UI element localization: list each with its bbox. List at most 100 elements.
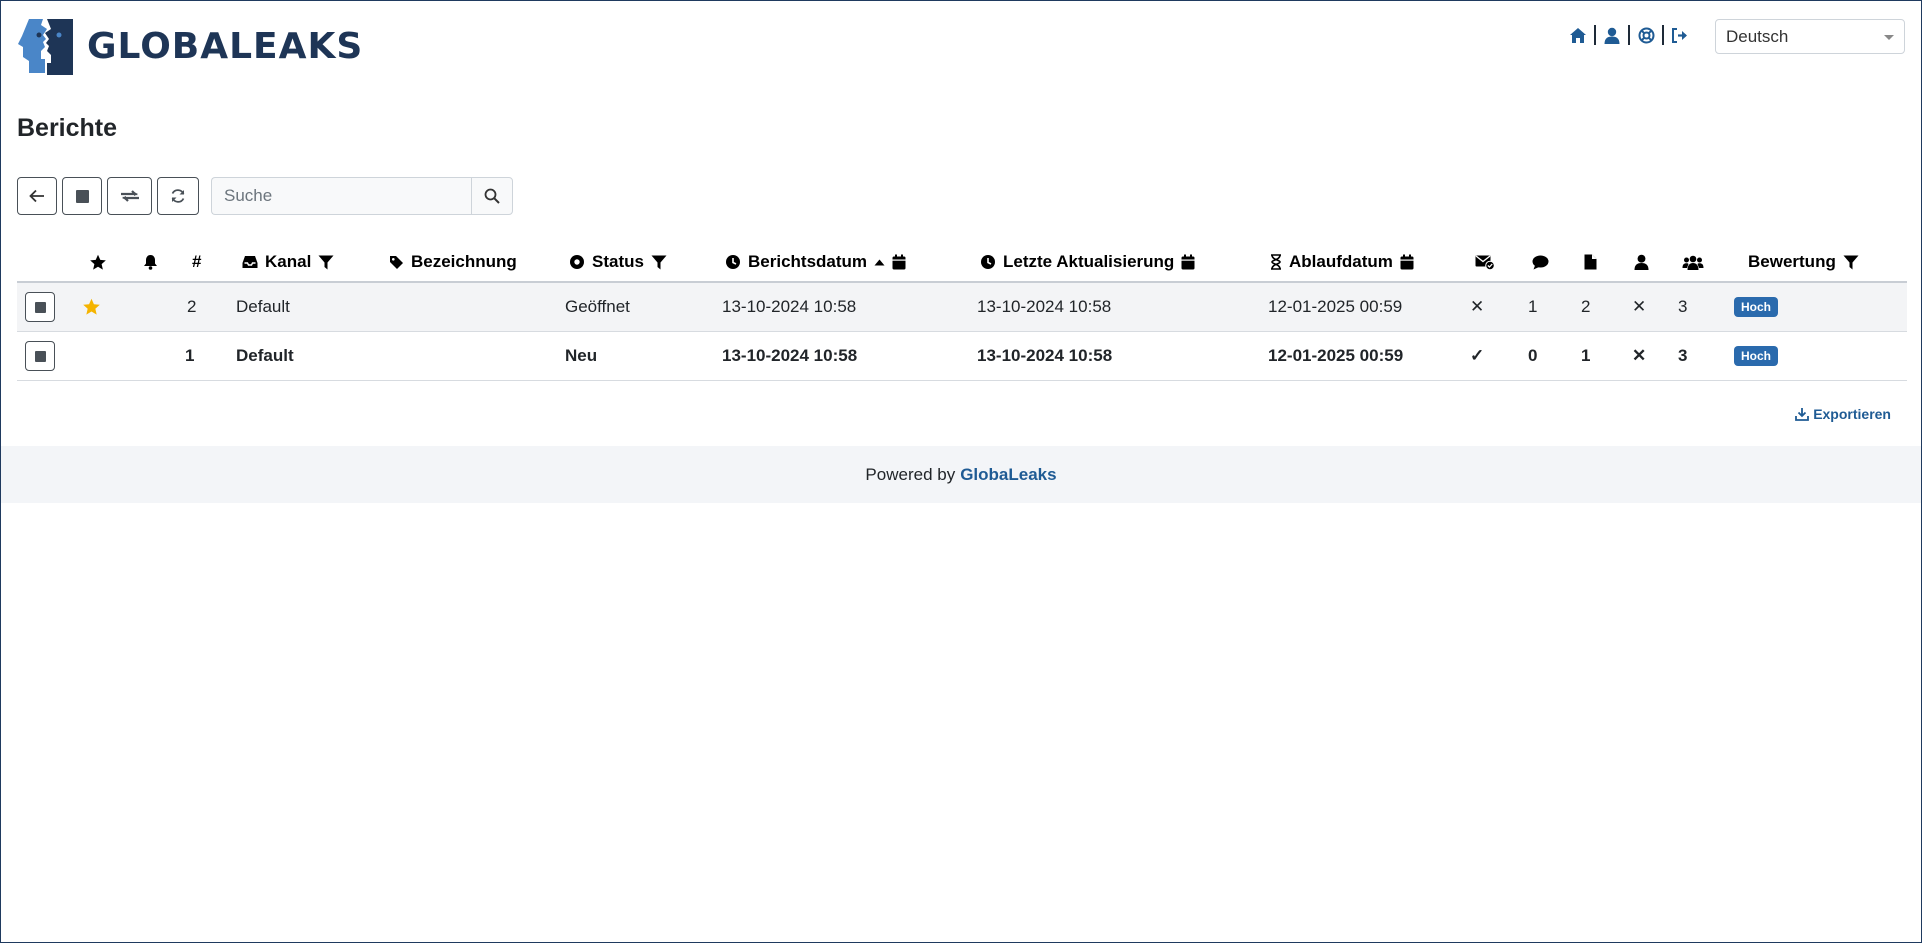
footer-link[interactable]: GlobaLeaks bbox=[960, 465, 1056, 485]
cell-kanal: Default bbox=[236, 297, 290, 316]
calendar-icon[interactable] bbox=[1400, 254, 1414, 270]
refresh-button[interactable] bbox=[157, 177, 199, 215]
comment-icon bbox=[1532, 255, 1549, 269]
col-letzte-label: Letzte Aktualisierung bbox=[1003, 252, 1175, 271]
hourglass-icon bbox=[1270, 254, 1282, 270]
table-header: # Kanal Bezeichnung Status Berichtsdatum… bbox=[17, 243, 1907, 283]
logout-icon[interactable] bbox=[1671, 26, 1689, 44]
row-star[interactable] bbox=[82, 283, 101, 331]
toolbar bbox=[17, 177, 513, 215]
home-icon[interactable] bbox=[1569, 26, 1587, 44]
header: GLOBALEAKS Deutsch bbox=[17, 17, 1905, 75]
bell-icon bbox=[144, 255, 157, 270]
refresh-icon bbox=[171, 189, 185, 203]
col-ablaufdatum-label: Ablaufdatum bbox=[1289, 252, 1393, 271]
status-badge: Hoch bbox=[1734, 346, 1778, 366]
export-button[interactable]: Exportieren bbox=[1795, 406, 1891, 422]
col-comments[interactable] bbox=[1532, 243, 1549, 281]
cell-berichtsdatum: 13-10-2024 10:58 bbox=[722, 346, 858, 365]
transfer-icon bbox=[120, 190, 139, 202]
cell-assigned: ✕ bbox=[1632, 297, 1647, 316]
export-label: Exportieren bbox=[1813, 406, 1891, 422]
status-circle-icon bbox=[569, 254, 585, 270]
file-icon bbox=[1584, 254, 1597, 270]
nav-separator bbox=[1594, 25, 1596, 45]
filter-icon[interactable] bbox=[318, 255, 334, 270]
footer: Powered by GlobaLeaks bbox=[1, 446, 1921, 503]
col-assigned[interactable] bbox=[1634, 243, 1649, 281]
cell-files: 1 bbox=[1581, 346, 1591, 365]
col-letzte-aktualisierung[interactable]: Letzte Aktualisierung bbox=[980, 243, 1195, 281]
search-button[interactable] bbox=[471, 177, 513, 215]
status-badge: Hoch bbox=[1734, 297, 1778, 317]
col-files[interactable] bbox=[1584, 243, 1597, 281]
sort-up-icon[interactable] bbox=[874, 259, 885, 266]
cell-kanal: Default bbox=[236, 346, 294, 365]
back-button[interactable] bbox=[17, 177, 57, 215]
col-status[interactable]: Status bbox=[569, 243, 667, 281]
search-input[interactable] bbox=[211, 177, 471, 215]
filter-icon[interactable] bbox=[651, 255, 667, 270]
cell-comments: 1 bbox=[1528, 297, 1538, 316]
col-ablaufdatum[interactable]: Ablaufdatum bbox=[1270, 243, 1414, 281]
language-select[interactable]: Deutsch bbox=[1715, 19, 1905, 54]
cell-files: 2 bbox=[1581, 297, 1591, 316]
col-notified[interactable] bbox=[1475, 243, 1495, 281]
transfer-button[interactable] bbox=[107, 177, 152, 215]
row-checkbox[interactable] bbox=[25, 292, 55, 322]
envelope-check-icon bbox=[1475, 254, 1495, 270]
nav-separator bbox=[1662, 25, 1664, 45]
checkbox-icon bbox=[75, 189, 89, 203]
cell-status: Geöffnet bbox=[565, 297, 630, 316]
lifebuoy-icon[interactable] bbox=[1637, 26, 1655, 44]
calendar-icon[interactable] bbox=[1181, 254, 1195, 270]
clock-icon bbox=[725, 254, 741, 270]
col-bewertung-label: Bewertung bbox=[1748, 252, 1836, 271]
col-berichtsdatum[interactable]: Berichtsdatum bbox=[725, 243, 906, 281]
row-checkbox[interactable] bbox=[25, 341, 55, 371]
col-bezeichnung-label: Bezeichnung bbox=[411, 252, 517, 271]
col-number[interactable]: # bbox=[192, 243, 201, 281]
cell-bewertung: Hoch bbox=[1734, 283, 1778, 331]
brand-name: GLOBALEAKS bbox=[87, 25, 364, 67]
table-row[interactable]: 1 Default Neu 13-10-2024 10:58 13-10-202… bbox=[17, 332, 1907, 381]
col-starred[interactable] bbox=[89, 243, 107, 281]
star-icon[interactable] bbox=[82, 298, 101, 316]
col-notifications[interactable] bbox=[143, 243, 158, 281]
clock-icon bbox=[980, 254, 996, 270]
calendar-icon[interactable] bbox=[892, 254, 906, 270]
arrow-left-icon bbox=[29, 189, 44, 203]
col-bezeichnung[interactable]: Bezeichnung bbox=[389, 243, 517, 281]
user-icon[interactable] bbox=[1603, 26, 1621, 44]
logo[interactable]: GLOBALEAKS bbox=[17, 17, 363, 75]
user-icon bbox=[1634, 254, 1649, 270]
language-select-value: Deutsch bbox=[1726, 27, 1789, 46]
cell-receivers: 3 bbox=[1678, 297, 1688, 316]
col-bewertung[interactable]: Bewertung bbox=[1748, 243, 1859, 281]
cell-bewertung: Hoch bbox=[1734, 332, 1778, 380]
col-receivers[interactable] bbox=[1682, 243, 1704, 281]
cell-id: 2 bbox=[187, 297, 197, 316]
tag-icon bbox=[389, 255, 404, 270]
cell-notified: ✓ bbox=[1470, 346, 1485, 365]
filter-icon[interactable] bbox=[1843, 255, 1859, 270]
cell-berichtsdatum: 13-10-2024 10:58 bbox=[722, 297, 857, 316]
cell-id: 1 bbox=[185, 346, 195, 365]
nav-separator bbox=[1628, 25, 1630, 45]
select-all-button[interactable] bbox=[62, 177, 102, 215]
col-kanal[interactable]: Kanal bbox=[242, 243, 334, 281]
page-title: Berichte bbox=[17, 114, 118, 142]
search-icon bbox=[484, 188, 500, 204]
col-status-label: Status bbox=[592, 252, 644, 271]
row-select[interactable] bbox=[25, 283, 55, 331]
footer-prefix: Powered by bbox=[865, 464, 956, 484]
reports-table: # Kanal Bezeichnung Status Berichtsdatum… bbox=[17, 243, 1907, 381]
star-icon bbox=[90, 254, 106, 270]
cell-status: Neu bbox=[565, 346, 598, 365]
cell-letzte-aktualisierung: 13-10-2024 10:58 bbox=[977, 297, 1112, 316]
table-row[interactable]: 2 Default Geöffnet 13-10-2024 10:58 13-1… bbox=[17, 283, 1907, 332]
cell-comments: 0 bbox=[1528, 346, 1538, 365]
inbox-icon bbox=[242, 255, 258, 269]
cell-letzte-aktualisierung: 13-10-2024 10:58 bbox=[977, 346, 1113, 365]
row-select[interactable] bbox=[25, 332, 55, 380]
